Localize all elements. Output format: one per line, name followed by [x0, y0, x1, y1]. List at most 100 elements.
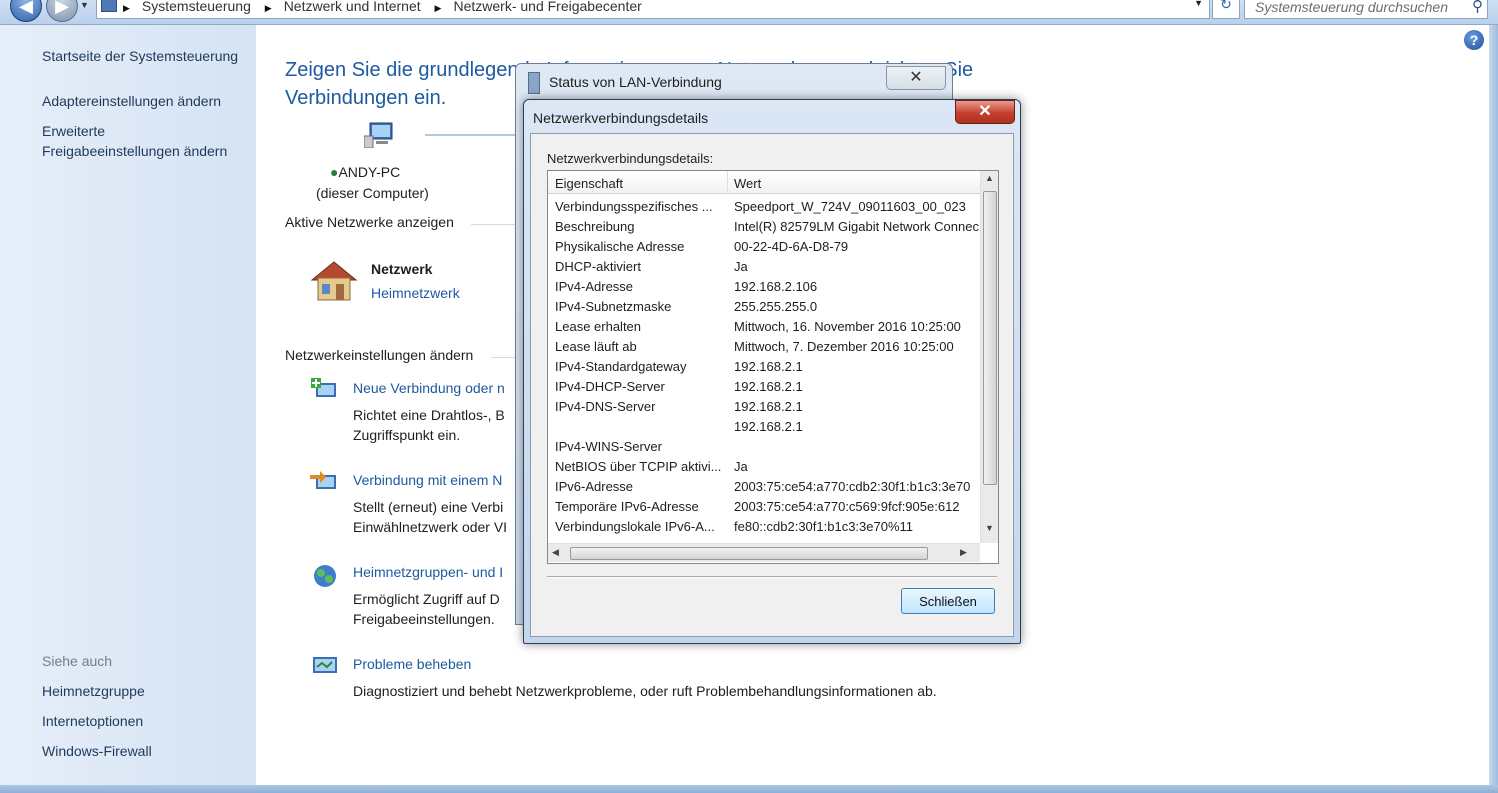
details-dialog: Netzwerkverbindungsdetails ✕ Netzwerkver… — [523, 99, 1021, 644]
address-toolbar: ◀ ▶ ▼ ▶ Systemsteuerung ▶ Netzwerk und Int… — [0, 0, 1498, 25]
homegroup-sharing-desc-line2: Freigabeeinstellungen. — [353, 611, 495, 627]
connect-to-network-link[interactable]: Verbindung mit einem N — [353, 472, 502, 488]
details-list-view[interactable]: Eigenschaft Wert Verbindungsspezifisches… — [547, 170, 999, 564]
vertical-scroll-thumb[interactable] — [983, 191, 997, 485]
property-cell: Temporäre IPv6-Adresse — [555, 499, 699, 514]
refresh-icon[interactable]: ↻ — [1212, 0, 1240, 19]
dialog-separator — [547, 576, 997, 578]
table-row[interactable]: IPv6-Standardgateway fe80::1%11 — [548, 536, 980, 541]
table-row[interactable]: Verbindungslokale IPv6-A... fe80::cdb2:30… — [548, 516, 980, 536]
breadcrumb-item-systemsteuerung[interactable]: Systemsteuerung — [142, 0, 251, 14]
scroll-right-icon[interactable]: ▶ — [960, 547, 967, 558]
recent-pages-dropdown-icon[interactable]: ▼ — [80, 0, 89, 10]
section-divider — [471, 224, 521, 225]
property-cell: IPv4-WINS-Server — [555, 439, 662, 454]
value-cell: fe80::cdb2:30f1:b1c3:3e70%11 — [734, 519, 914, 534]
new-connection-desc: Richtet eine Drahtlos-, B — [353, 407, 505, 423]
value-cell: 192.168.2.1 — [734, 419, 803, 434]
property-cell: Verbindungsspezifisches ... — [555, 199, 713, 214]
search-input[interactable]: Systemsteuerung durchsuchen ⚲ — [1244, 0, 1488, 19]
property-cell: Physikalische Adresse — [555, 239, 685, 254]
property-cell: NetBIOS über TCPIP aktivi... — [555, 459, 722, 474]
breadcrumb-separator-icon[interactable]: ▶ — [123, 3, 130, 13]
control-panel-home-link[interactable]: Startseite der Systemsteuerung — [42, 46, 238, 66]
breadcrumb-item-freigabecenter[interactable]: Netzwerk- und Freigabecenter — [453, 0, 641, 14]
table-row[interactable]: Lease erhalten Mittwoch, 16. November 201… — [548, 316, 980, 336]
homegroup-sharing-link[interactable]: Heimnetzgruppen- und I — [353, 564, 503, 580]
connect-to-network-desc-line2: Einwählnetzwerk oder VI — [353, 519, 508, 535]
address-bar[interactable]: ▶ Systemsteuerung ▶ Netzwerk und Internet … — [96, 0, 1210, 19]
status-dialog-close-button[interactable]: ✕ — [886, 66, 946, 90]
search-icon[interactable]: ⚲ — [1472, 0, 1483, 15]
property-cell: IPv4-Subnetzmaske — [555, 299, 672, 314]
troubleshoot-link[interactable]: Probleme beheben — [353, 656, 471, 672]
list-rows: Verbindungsspezifisches ... Speedport_W_7… — [548, 196, 980, 541]
table-row[interactable]: IPv4-Subnetzmaske 255.255.255.0 — [548, 296, 980, 316]
left-navigation-pane — [0, 25, 256, 785]
column-divider[interactable] — [727, 171, 728, 193]
horizontal-scroll-thumb[interactable] — [570, 547, 928, 560]
table-row[interactable]: Lease läuft ab Mittwoch, 7. Dezember 2016… — [548, 336, 980, 356]
value-cell: 192.168.2.1 — [734, 399, 803, 414]
table-row[interactable]: IPv4-DNS-Server 192.168.2.1 — [548, 396, 980, 416]
property-cell: Lease erhalten — [555, 319, 642, 334]
table-row[interactable]: IPv4-DHCP-Server 192.168.2.1 — [548, 376, 980, 396]
new-connection-link[interactable]: Neue Verbindung oder n — [353, 380, 505, 396]
internet-options-link[interactable]: Internetoptionen — [42, 711, 143, 731]
value-cell: Ja — [734, 259, 748, 274]
change-network-settings-label: Netzwerkeinstellungen ändern — [285, 347, 474, 363]
value-cell: Mittwoch, 7. Dezember 2016 10:25:00 — [734, 339, 954, 354]
breadcrumb-item-netzwerk-internet[interactable]: Netzwerk und Internet — [284, 0, 421, 14]
close-button[interactable]: Schließen — [901, 588, 995, 614]
windows-firewall-link[interactable]: Windows-Firewall — [42, 741, 152, 761]
adapter-settings-link[interactable]: Adaptereinstellungen ändern — [42, 91, 221, 111]
address-dropdown-icon[interactable]: ▼ — [1194, 0, 1203, 8]
new-connection-icon — [311, 378, 336, 397]
details-dialog-body: Netzwerkverbindungsdetails: Eigenschaft … — [530, 133, 1014, 637]
table-row[interactable]: Verbindungsspezifisches ... Speedport_W_7… — [548, 196, 980, 216]
table-row[interactable]: Beschreibung Intel(R) 82579LM Gigabit Net… — [548, 216, 980, 236]
connect-to-network-desc: Stellt (erneut) eine Verbi — [353, 499, 504, 515]
value-cell: fe80::1%11 — [734, 539, 980, 541]
troubleshoot-icon — [313, 657, 337, 673]
scroll-down-icon[interactable]: ▼ — [981, 523, 998, 533]
table-row[interactable]: 192.168.2.1 — [548, 416, 980, 436]
column-header-value[interactable]: Wert — [734, 176, 761, 191]
value-cell: 192.168.2.106 — [734, 279, 818, 294]
scroll-up-icon[interactable]: ▲ — [981, 173, 998, 183]
table-row[interactable]: IPv6-Adresse 2003:75:ce54:a770:cdb2:30f1:… — [548, 476, 980, 496]
column-header-property[interactable]: Eigenschaft — [555, 176, 623, 191]
homegroup-link[interactable]: Heimnetzgruppe — [42, 681, 145, 701]
advanced-sharing-link-line2[interactable]: Freigabeeinstellungen ändern — [42, 141, 227, 161]
table-row[interactable]: NetBIOS über TCPIP aktivi... Ja — [548, 456, 980, 476]
table-row[interactable]: IPv4-Standardgateway 192.168.2.1 — [548, 356, 980, 376]
vertical-scrollbar[interactable]: ▲ ▼ — [980, 171, 998, 543]
network-type-link[interactable]: Heimnetzwerk — [371, 285, 460, 301]
connect-network-icon — [310, 471, 336, 489]
list-header: Eigenschaft Wert — [548, 171, 980, 194]
computer-subtitle: (dieser Computer) — [316, 185, 429, 201]
table-row[interactable]: DHCP-aktiviert Ja — [548, 256, 980, 276]
table-row[interactable]: Physikalische Adresse 00-22-4D-6A-D8-79 — [548, 236, 980, 256]
value-cell: 2003:75:ce54:a770:cdb2:30f1:b1c3:3e70 — [734, 479, 971, 494]
scroll-left-icon[interactable]: ◀ — [552, 547, 559, 558]
help-icon[interactable]: ? — [1464, 30, 1484, 50]
status-dialog-title: Status von LAN-Verbindung — [549, 74, 722, 90]
breadcrumb-separator-icon[interactable]: ▶ — [265, 3, 272, 13]
breadcrumb: ▶ Systemsteuerung ▶ Netzwerk und Internet … — [123, 0, 652, 14]
property-cell: IPv4-DHCP-Server — [555, 379, 665, 394]
details-label: Netzwerkverbindungsdetails: — [547, 151, 714, 166]
horizontal-scrollbar[interactable]: ◀ ▶ — [548, 543, 980, 562]
advanced-sharing-link[interactable]: Erweiterte — [42, 121, 105, 141]
table-row[interactable]: IPv4-WINS-Server — [548, 436, 980, 456]
value-cell: 255.255.255.0 — [734, 299, 818, 314]
back-button[interactable]: ◀ — [10, 0, 42, 22]
new-connection-desc-line2: Zugriffspunkt ein. — [353, 427, 461, 443]
breadcrumb-separator-icon[interactable]: ▶ — [435, 3, 442, 13]
computer-name[interactable]: ●ANDY-PC — [330, 164, 400, 180]
forward-button[interactable]: ▶ — [46, 0, 78, 22]
table-row[interactable]: Temporäre IPv6-Adresse 2003:75:ce54:a770:… — [548, 496, 980, 516]
property-cell: IPv4-Adresse — [555, 279, 634, 294]
table-row[interactable]: IPv4-Adresse 192.168.2.106 — [548, 276, 980, 296]
details-dialog-close-icon[interactable]: ✕ — [955, 100, 1015, 124]
